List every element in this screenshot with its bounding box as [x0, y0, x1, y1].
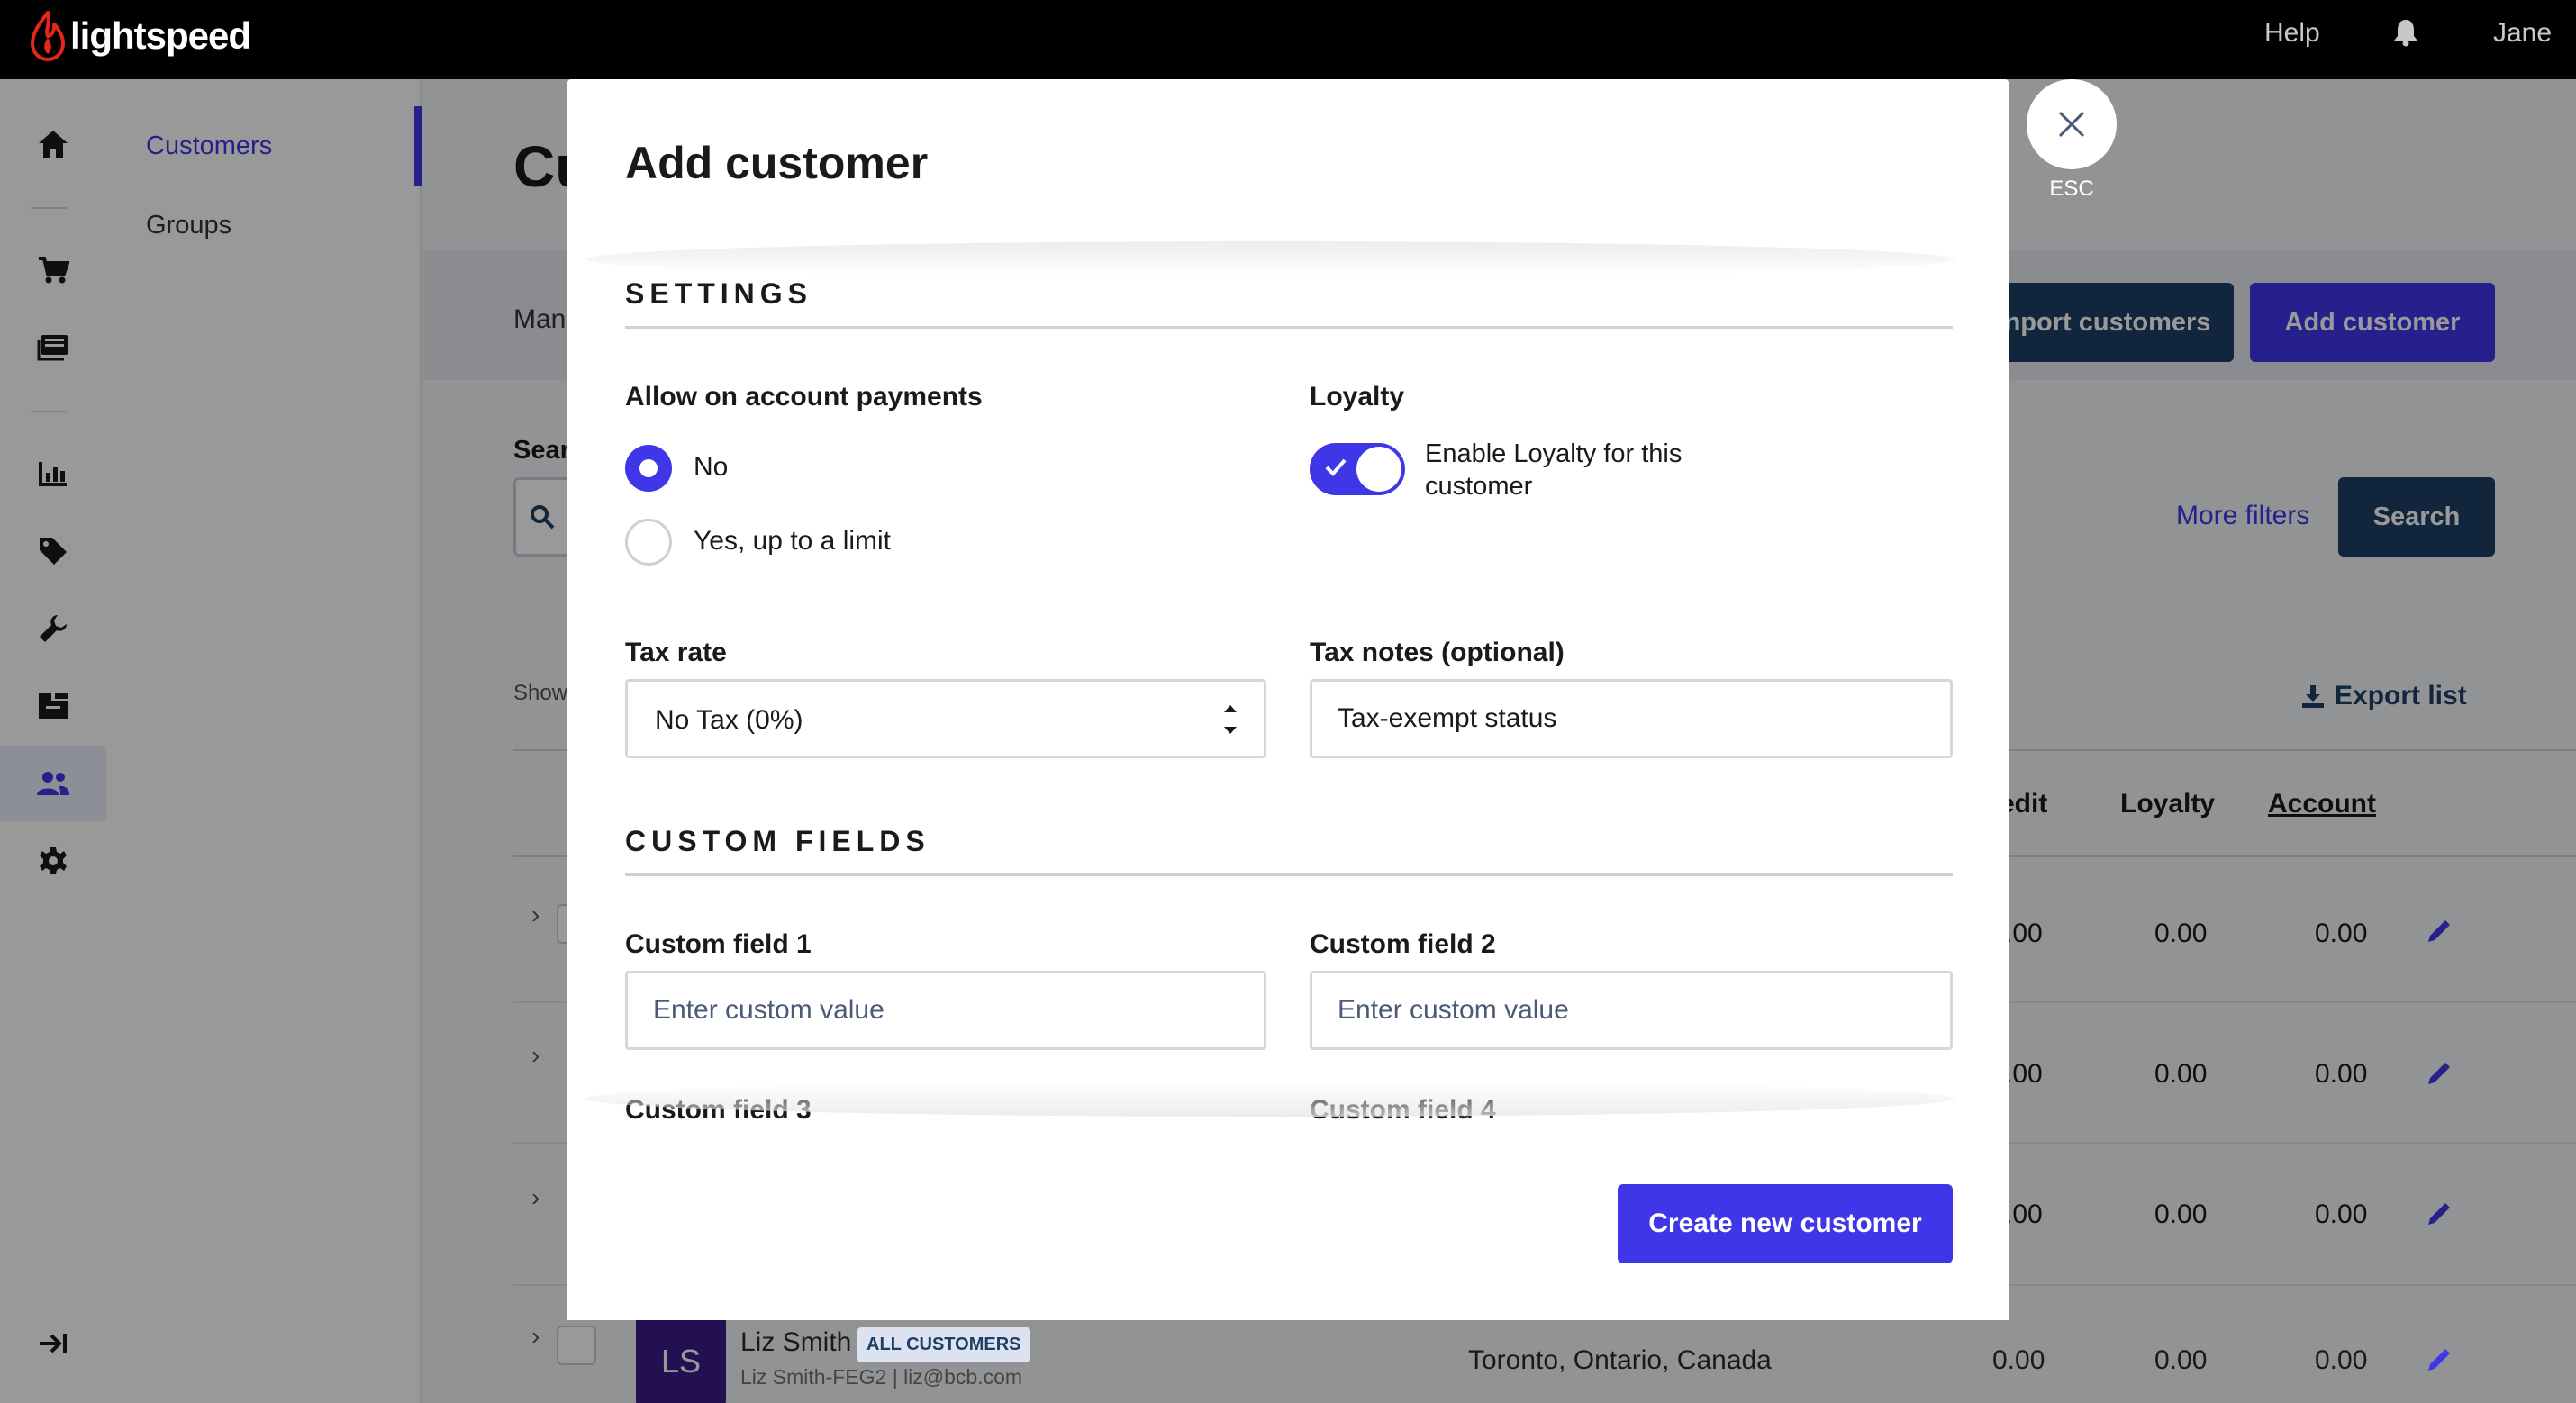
- radio-no-label[interactable]: No: [694, 452, 728, 483]
- settings-rule: [625, 326, 1953, 329]
- custom-fields-rule: [625, 873, 1953, 876]
- tax-rate-value: No Tax (0%): [655, 705, 803, 735]
- settings-heading: SETTINGS: [625, 277, 813, 310]
- check-icon: [1325, 458, 1347, 476]
- row-credit: 0.00: [1992, 1345, 2045, 1375]
- custom-field-2-label: Custom field 2: [1310, 929, 1496, 959]
- scroll-shadow: [585, 241, 1955, 277]
- tax-notes-label: Tax notes (optional): [1310, 638, 1565, 667]
- user-menu[interactable]: Jane: [2493, 18, 2552, 49]
- row-account: 0.00: [2315, 1345, 2368, 1375]
- loyalty-toggle-label[interactable]: Enable Loyalty for this customer: [1425, 438, 1713, 502]
- loyalty-label: Loyalty: [1310, 382, 1405, 412]
- tax-rate-select[interactable]: No Tax (0%): [625, 679, 1266, 758]
- help-link[interactable]: Help: [2264, 18, 2320, 49]
- toggle-knob: [1356, 447, 1401, 492]
- flame-icon: [31, 11, 65, 61]
- radio-yes-limit[interactable]: [625, 519, 672, 566]
- custom-fields-heading: CUSTOM FIELDS: [625, 825, 930, 857]
- custom-field-2-input[interactable]: [1310, 971, 1953, 1050]
- brand-name: lightspeed: [70, 14, 251, 57]
- lightspeed-logo[interactable]: lightspeed: [31, 11, 251, 61]
- add-customer-modal: Add customer SETTINGS Allow on account p…: [567, 79, 2009, 1320]
- account-payments-label: Allow on account payments: [625, 382, 983, 412]
- loyalty-toggle[interactable]: [1310, 443, 1405, 495]
- close-modal-button[interactable]: [2027, 79, 2117, 169]
- edit-pencil-icon[interactable]: [2426, 1347, 2452, 1377]
- sort-arrows-icon: [1224, 705, 1237, 734]
- customer-group-badge: ALL CUSTOMERS: [857, 1327, 1030, 1362]
- custom-field-1-input[interactable]: [625, 971, 1266, 1050]
- scroll-shadow: [585, 1081, 1955, 1117]
- tax-rate-label: Tax rate: [625, 638, 727, 667]
- tax-notes-input[interactable]: [1310, 679, 1953, 758]
- custom-field-1-label: Custom field 1: [625, 929, 812, 959]
- customer-location: Toronto, Ontario, Canada: [1468, 1345, 1772, 1375]
- radio-no[interactable]: [625, 445, 672, 492]
- customer-subtext: Liz Smith-FEG2 | liz@bcb.com: [740, 1365, 1023, 1389]
- create-new-customer-button[interactable]: Create new customer: [1618, 1184, 1953, 1263]
- top-bar: lightspeed Help Jane: [0, 0, 2576, 79]
- esc-hint: ESC: [2049, 177, 2094, 201]
- radio-yes-limit-label[interactable]: Yes, up to a limit: [694, 526, 891, 557]
- customer-name[interactable]: Liz Smith: [740, 1327, 851, 1358]
- modal-title: Add customer: [625, 138, 929, 188]
- row-loyalty: 0.00: [2154, 1345, 2208, 1375]
- bell-icon[interactable]: [2392, 18, 2419, 51]
- close-icon: [2058, 111, 2085, 138]
